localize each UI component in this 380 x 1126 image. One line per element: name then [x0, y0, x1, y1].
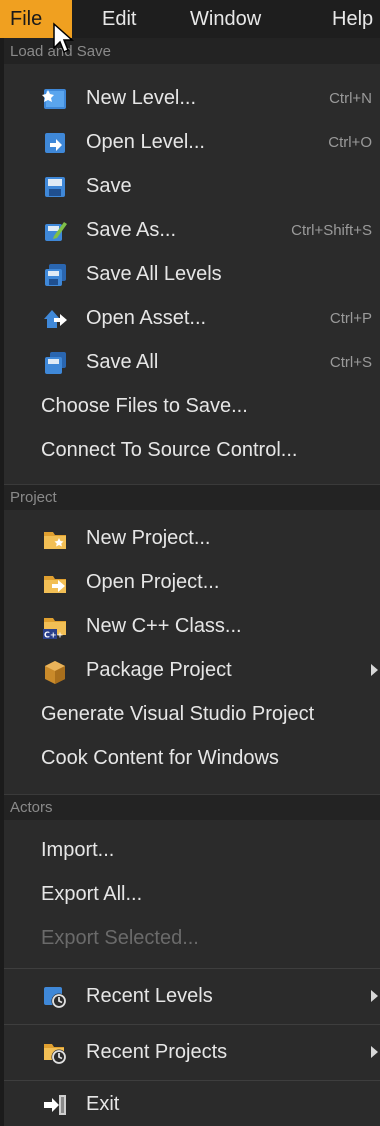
menu-item-new-project[interactable]: New Project...: [4, 516, 380, 560]
submenu-arrow-icon: [371, 1046, 378, 1058]
menu-item-save[interactable]: Save: [4, 164, 380, 208]
menu-item-label: New C++ Class...: [86, 615, 242, 637]
menu-item-label: Connect To Source Control...: [41, 439, 298, 461]
section-header-project: Project: [4, 484, 380, 510]
menu-item-label: Save: [86, 175, 132, 197]
menu-item-label: Exit: [86, 1093, 120, 1115]
submenu-arrow-icon: [371, 664, 378, 676]
menu-item-label: Open Project...: [86, 571, 220, 593]
menu-item-save-all[interactable]: Save All Ctrl+S: [4, 340, 380, 384]
menu-separator: [4, 1024, 380, 1025]
save-all-levels-icon: [45, 264, 66, 286]
menu-item-label: Open Level...: [86, 131, 205, 153]
menu-item-generate-vs-project[interactable]: Generate Visual Studio Project: [4, 692, 380, 736]
menu-help[interactable]: Help: [302, 0, 380, 38]
open-asset-icon: [44, 310, 67, 328]
menu-item-new-cpp-class[interactable]: C++ New C++ Class...: [4, 604, 380, 648]
menu-item-export-all[interactable]: Export All...: [4, 872, 380, 916]
menu-item-label: Recent Levels: [86, 985, 213, 1007]
menu-separator: [4, 1080, 380, 1081]
menu-item-save-all-levels[interactable]: Save All Levels: [4, 252, 380, 296]
mouse-cursor-icon: [53, 22, 74, 54]
menu-edit[interactable]: Edit: [72, 0, 152, 38]
shortcut-text: Ctrl+S: [329, 354, 372, 371]
menu-item-label: Save As...: [86, 219, 177, 241]
menu-item-label: Save All Levels: [86, 263, 222, 285]
menu-item-open-project[interactable]: Open Project...: [4, 560, 380, 604]
menu-item-label: Save All: [86, 351, 159, 373]
menu-item-export-selected: Export Selected...: [4, 916, 380, 960]
recent-levels-icon: [44, 987, 67, 1009]
menu-item-package-project[interactable]: Package Project: [4, 648, 380, 692]
menu-item-label: Package Project: [86, 659, 232, 681]
file-dropdown-menu: Load and Save New Level... Ctrl+N Open L…: [4, 38, 380, 1126]
menu-item-recent-levels[interactable]: Recent Levels: [4, 974, 380, 1018]
recent-projects-icon: [44, 1044, 67, 1065]
menu-item-label: New Level...: [86, 87, 197, 109]
cpp-class-icon: C++: [43, 618, 66, 640]
shortcut-text: Ctrl+P: [329, 310, 372, 327]
shortcut-text: Ctrl+O: [328, 134, 372, 151]
svg-text:C++: C++: [44, 631, 63, 640]
menu-item-cook-content-windows[interactable]: Cook Content for Windows: [4, 736, 380, 780]
section-header-actors: Actors: [4, 794, 380, 820]
shortcut-text: Ctrl+Shift+S: [291, 222, 372, 239]
new-project-icon: [44, 532, 66, 549]
open-level-icon: [45, 133, 65, 153]
package-icon: [45, 661, 65, 684]
menu-item-label: Cook Content for Windows: [41, 747, 279, 769]
menu-item-open-asset[interactable]: Open Asset... Ctrl+P: [4, 296, 380, 340]
menu-item-label: Recent Projects: [86, 1041, 228, 1063]
exit-icon: [44, 1095, 66, 1115]
menu-item-open-level[interactable]: Open Level... Ctrl+O: [4, 120, 380, 164]
menu-item-save-as[interactable]: Save As... Ctrl+Shift+S: [4, 208, 380, 252]
menu-item-choose-files-to-save[interactable]: Choose Files to Save...: [4, 384, 380, 428]
menu-item-new-level[interactable]: New Level... Ctrl+N: [4, 76, 380, 120]
shortcut-text: Ctrl+N: [329, 90, 372, 107]
menu-item-label: Generate Visual Studio Project: [41, 703, 315, 725]
menu-item-label: Export Selected...: [41, 927, 199, 949]
menu-item-connect-source-control[interactable]: Connect To Source Control...: [4, 428, 380, 472]
open-project-icon: [44, 576, 66, 593]
menu-window[interactable]: Window: [152, 0, 302, 38]
menu-item-label: Export All...: [41, 883, 143, 905]
menu-item-label: New Project...: [86, 527, 211, 549]
new-level-icon: [42, 89, 66, 109]
menu-item-recent-projects[interactable]: Recent Projects: [4, 1030, 380, 1074]
save-icon: [45, 177, 65, 197]
menu-item-label: Open Asset...: [86, 307, 207, 329]
menu-item-exit[interactable]: Exit: [4, 1082, 380, 1126]
menu-item-label: Import...: [41, 839, 115, 861]
menu-item-import[interactable]: Import...: [4, 828, 380, 872]
save-as-icon: [45, 222, 67, 241]
save-all-icon: [45, 352, 66, 374]
submenu-arrow-icon: [371, 990, 378, 1002]
menu-separator: [4, 968, 380, 969]
menu-item-label: Choose Files to Save...: [41, 395, 248, 417]
